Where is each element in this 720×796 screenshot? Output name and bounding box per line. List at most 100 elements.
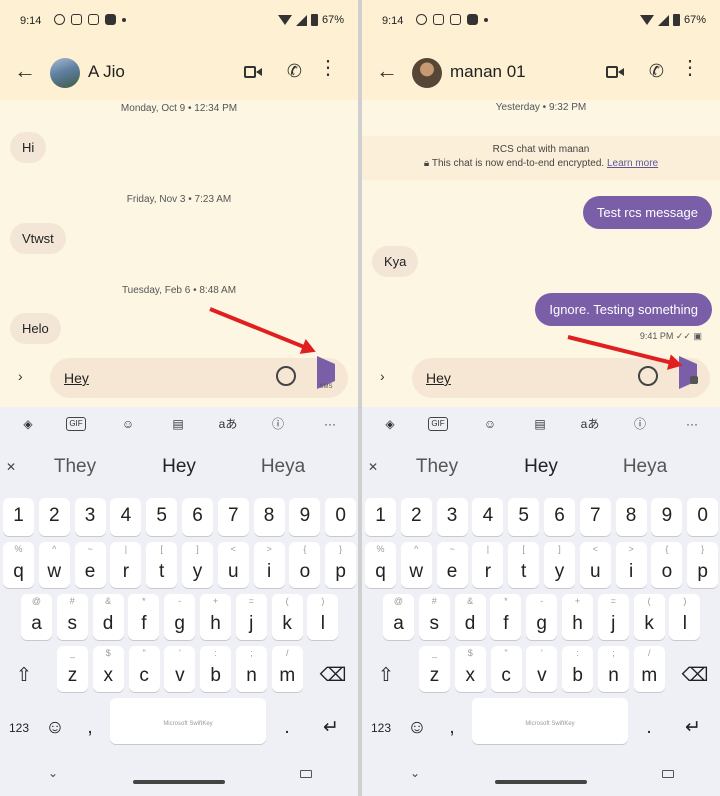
- message-input[interactable]: Hey: [412, 358, 710, 398]
- letter-key[interactable]: / m: [271, 646, 303, 692]
- letter-key[interactable]: * f: [128, 594, 160, 640]
- suggestion[interactable]: They: [30, 456, 120, 478]
- suggestion[interactable]: Heya: [238, 456, 328, 478]
- space-key[interactable]: Microsoft SwiftKey: [472, 698, 628, 744]
- shift-key[interactable]: ⇧: [4, 646, 44, 692]
- number-key[interactable]: 8: [615, 498, 647, 536]
- letter-key[interactable]: | r: [472, 542, 504, 588]
- learn-more-link[interactable]: Learn more: [607, 158, 658, 169]
- letter-key[interactable]: } p: [325, 542, 357, 588]
- number-key[interactable]: 3: [436, 498, 468, 536]
- emoji-icon[interactable]: [638, 366, 658, 386]
- letter-key[interactable]: < u: [217, 542, 249, 588]
- backspace-key[interactable]: ⌫: [312, 646, 354, 692]
- copilot-icon[interactable]: ◈: [378, 412, 402, 436]
- letter-key[interactable]: {o: [651, 542, 683, 588]
- home-gesture-bar[interactable]: [495, 780, 587, 784]
- gif-button[interactable]: GIF: [66, 417, 86, 431]
- number-key[interactable]: 2: [400, 498, 432, 536]
- home-gesture-bar[interactable]: [133, 780, 225, 784]
- letter-key[interactable]: $ x: [92, 646, 124, 692]
- send-sms-button[interactable]: SMS: [314, 356, 338, 394]
- received-message[interactable]: Helo: [10, 313, 61, 344]
- period-key[interactable]: .: [270, 698, 304, 744]
- letter-key[interactable]: ) l: [669, 594, 701, 640]
- more-tools-icon[interactable]: ···: [318, 412, 342, 436]
- letter-key[interactable]: > i: [615, 542, 647, 588]
- number-key[interactable]: 3: [74, 498, 106, 536]
- number-key[interactable]: 5: [508, 498, 540, 536]
- letter-key[interactable]: _ z: [57, 646, 88, 692]
- letter-key[interactable]: :b: [200, 646, 232, 692]
- letter-key[interactable]: } p: [687, 542, 719, 588]
- letter-key[interactable]: ' v: [526, 646, 558, 692]
- enter-key[interactable]: ↵: [672, 698, 714, 744]
- keyboard-switch-icon[interactable]: [300, 770, 312, 778]
- suggestion[interactable]: They: [392, 456, 482, 478]
- suggestion[interactable]: Heya: [600, 456, 690, 478]
- letter-key[interactable]: ] y: [544, 542, 575, 588]
- collapse-icon[interactable]: ✕: [368, 460, 378, 474]
- letter-key[interactable]: _ z: [419, 646, 450, 692]
- expand-chevron-icon[interactable]: ›: [18, 368, 23, 384]
- letter-key[interactable]: + h: [562, 594, 593, 640]
- letter-key[interactable]: / m: [633, 646, 665, 692]
- video-call-icon[interactable]: [244, 66, 262, 80]
- numbers-key[interactable]: 123: [2, 698, 36, 744]
- sent-message[interactable]: Ignore. Testing something: [535, 293, 712, 326]
- more-options-icon[interactable]: ⋮: [680, 58, 700, 78]
- number-key[interactable]: 1: [365, 498, 396, 536]
- letter-key[interactable]: & d: [454, 594, 486, 640]
- enter-key[interactable]: ↵: [310, 698, 352, 744]
- gif-button[interactable]: GIF: [428, 417, 448, 431]
- period-key[interactable]: .: [632, 698, 666, 744]
- letter-key[interactable]: ) l: [307, 594, 339, 640]
- letter-key[interactable]: + h: [200, 594, 231, 640]
- contact-avatar[interactable]: [50, 58, 80, 88]
- number-key[interactable]: 2: [38, 498, 70, 536]
- sticker-icon[interactable]: ☺: [478, 412, 502, 436]
- number-key[interactable]: 0: [687, 498, 719, 536]
- letter-key[interactable]: ~ e: [436, 542, 468, 588]
- keyboard-switch-icon[interactable]: [662, 770, 674, 778]
- collapse-icon[interactable]: ✕: [6, 460, 16, 474]
- letter-key[interactable]: > i: [253, 542, 285, 588]
- clipboard-icon[interactable]: ▤: [166, 412, 190, 436]
- sent-message[interactable]: Test rcs message: [582, 196, 712, 229]
- expand-chevron-icon[interactable]: ›: [380, 368, 385, 384]
- letter-key[interactable]: % q: [3, 542, 34, 588]
- translate-icon[interactable]: aあ: [216, 412, 240, 436]
- number-key[interactable]: 6: [182, 498, 213, 536]
- number-key[interactable]: 9: [651, 498, 683, 536]
- message-input[interactable]: Hey: [50, 358, 348, 398]
- letter-key[interactable]: ; n: [598, 646, 629, 692]
- letter-key[interactable]: [t: [508, 542, 540, 588]
- suggestion[interactable]: Hey: [496, 456, 586, 478]
- letter-key[interactable]: & d: [92, 594, 124, 640]
- comma-key[interactable]: ,: [436, 698, 468, 744]
- message-input-text[interactable]: Hey: [426, 370, 451, 386]
- number-key[interactable]: 7: [217, 498, 249, 536]
- letter-key[interactable]: ^ w: [400, 542, 432, 588]
- number-key[interactable]: 9: [289, 498, 321, 536]
- emoji-key[interactable]: ☺: [38, 698, 72, 744]
- number-key[interactable]: 5: [146, 498, 178, 536]
- letter-key[interactable]: [t: [146, 542, 178, 588]
- letter-key[interactable]: $ x: [454, 646, 486, 692]
- more-options-icon[interactable]: ⋮: [318, 58, 338, 78]
- number-key[interactable]: 8: [253, 498, 285, 536]
- letter-key[interactable]: (k: [633, 594, 665, 640]
- info-icon[interactable]: ⓘ: [628, 412, 652, 436]
- comma-key[interactable]: ,: [74, 698, 106, 744]
- phone-call-icon[interactable]: ✆: [287, 61, 302, 82]
- letter-key[interactable]: ] y: [182, 542, 213, 588]
- letter-key[interactable]: % q: [365, 542, 396, 588]
- numbers-key[interactable]: 123: [364, 698, 398, 744]
- sticker-icon[interactable]: ☺: [116, 412, 140, 436]
- clipboard-icon[interactable]: ▤: [528, 412, 552, 436]
- letter-key[interactable]: " c: [128, 646, 160, 692]
- letter-key[interactable]: ~ e: [74, 542, 106, 588]
- letter-key[interactable]: ^ w: [38, 542, 70, 588]
- video-call-icon[interactable]: [606, 66, 624, 80]
- letter-key[interactable]: {o: [289, 542, 321, 588]
